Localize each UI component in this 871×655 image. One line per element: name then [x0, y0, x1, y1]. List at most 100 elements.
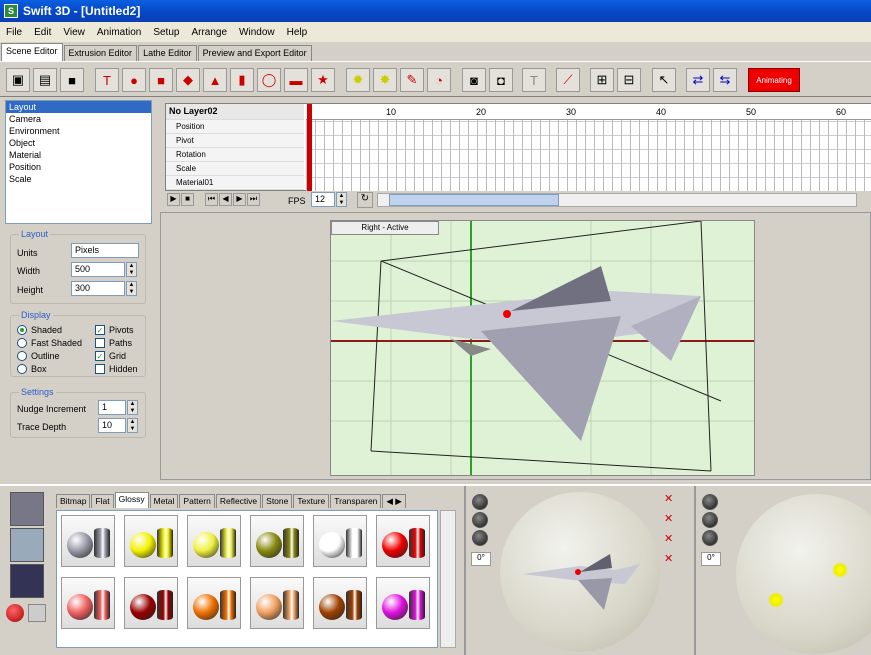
scrollbar-thumb[interactable] [389, 194, 559, 206]
light-control-icon[interactable] [702, 494, 718, 510]
material-swatch[interactable] [376, 515, 430, 567]
material-swatch[interactable] [124, 515, 178, 567]
torus-tool-icon[interactable]: ◯ [257, 68, 281, 92]
nudge-field[interactable]: 1 [98, 400, 126, 415]
property-item-camera[interactable]: Camera [6, 113, 151, 125]
paths-checkbox[interactable] [95, 338, 105, 348]
menu-window[interactable]: Window [233, 27, 281, 38]
material-swatch[interactable] [61, 577, 115, 629]
play-icon[interactable]: ▶ [167, 193, 180, 206]
track-pivot[interactable]: Pivot [166, 134, 304, 148]
material-swatch[interactable] [124, 577, 178, 629]
menu-setup[interactable]: Setup [147, 27, 185, 38]
hidden-checkbox[interactable] [95, 364, 105, 374]
free-rotate-icon[interactable]: ✕ [664, 532, 682, 548]
fps-spinner[interactable]: ▲ ▼ [336, 192, 347, 207]
tab-preview-export-editor[interactable]: Preview and Export Editor [197, 45, 312, 61]
camera-target-icon[interactable]: ◘ [489, 68, 513, 92]
viewport-right[interactable]: Right - Active [330, 220, 755, 476]
ungroup-icon[interactable]: ⊟ [617, 68, 641, 92]
units-select[interactable]: Pixels [71, 243, 139, 258]
light-icon[interactable]: ✹ [346, 68, 370, 92]
property-item-scale[interactable]: Scale [6, 173, 151, 185]
shaded-radio[interactable] [17, 325, 27, 335]
objects-gallery-icon[interactable] [10, 492, 44, 526]
tab-flat[interactable]: Flat [91, 494, 114, 508]
tab-glossy[interactable]: Glossy [114, 492, 149, 508]
width-field[interactable]: 500 [71, 262, 125, 277]
property-item-object[interactable]: Object [6, 137, 151, 149]
reset-rotation-icon[interactable]: ✕ [664, 492, 682, 508]
tab-texture[interactable]: Texture [293, 494, 330, 508]
t3d-open-icon[interactable]: ▤ [33, 68, 57, 92]
animation-gallery-icon[interactable] [10, 564, 44, 598]
point-light-icon[interactable]: ✸ [373, 68, 397, 92]
keyframe-icon[interactable]: ⇄ [686, 68, 710, 92]
light-rotate-icon[interactable] [472, 512, 488, 528]
tab-scroll-arrows[interactable]: ◀ ▶ [382, 494, 406, 508]
timeline-layer[interactable]: No Layer02 [166, 104, 304, 120]
tab-bitmap[interactable]: Bitmap [56, 494, 91, 508]
light-icon[interactable] [768, 592, 784, 608]
keyframe-remove-icon[interactable]: ⇆ [713, 68, 737, 92]
tab-scene-editor[interactable]: Scene Editor [1, 43, 63, 61]
tab-pattern[interactable]: Pattern [179, 494, 215, 508]
property-item-environment[interactable]: Environment [6, 125, 151, 137]
text-tool-icon[interactable]: T [95, 68, 119, 92]
tab-reflective[interactable]: Reflective [215, 494, 262, 508]
tab-stone[interactable]: Stone [262, 494, 293, 508]
height-field[interactable]: 300 [71, 281, 125, 296]
cube-tool-icon[interactable]: ■ [149, 68, 173, 92]
lighting-trackball[interactable] [736, 494, 871, 654]
tab-transparent[interactable]: Transparen [330, 494, 382, 508]
box-radio[interactable] [17, 364, 27, 374]
track-rotation[interactable]: Rotation [166, 148, 304, 162]
trace-spinner[interactable]: ▲ ▼ [127, 418, 138, 433]
last-frame-icon[interactable]: ⏭ [247, 193, 260, 206]
animating-button[interactable]: Animating [748, 68, 800, 92]
cone-tool-icon[interactable]: ▲ [203, 68, 227, 92]
angle-readout[interactable]: 0° [471, 552, 491, 566]
track-position[interactable]: Position [166, 120, 304, 134]
light-control-icon[interactable] [702, 512, 718, 528]
cylinder-tool-icon[interactable]: ▮ [230, 68, 254, 92]
grid-checkbox[interactable]: ✓ [95, 351, 105, 361]
menu-animation[interactable]: Animation [91, 27, 147, 38]
material-square-icon[interactable] [28, 604, 46, 622]
nudge-spinner[interactable]: ▲ ▼ [127, 400, 138, 415]
menu-view[interactable]: View [57, 27, 91, 38]
light-rotate-icon[interactable] [472, 494, 488, 510]
light-icon[interactable] [832, 562, 848, 578]
next-frame-icon[interactable]: ▶ [233, 193, 246, 206]
material-swatch[interactable] [61, 515, 115, 567]
property-item-layout[interactable]: Layout [6, 101, 151, 113]
height-spinner[interactable]: ▲ ▼ [126, 281, 137, 296]
menu-help[interactable]: Help [281, 27, 314, 38]
link-icon[interactable]: ⟋ [556, 68, 580, 92]
spot-light-icon[interactable]: ✎ [400, 68, 424, 92]
plane-tool-icon[interactable]: ▬ [284, 68, 308, 92]
tab-lathe-editor[interactable]: Lathe Editor [138, 45, 197, 61]
menu-edit[interactable]: Edit [28, 27, 57, 38]
property-item-material[interactable]: Material [6, 149, 151, 161]
width-spinner[interactable]: ▲ ▼ [126, 262, 137, 277]
loop-icon[interactable]: ↻ [357, 192, 373, 208]
object-trackball[interactable] [500, 492, 660, 652]
camera-icon[interactable]: ◙ [462, 68, 486, 92]
prev-frame-icon[interactable]: ◀ [219, 193, 232, 206]
lock-icon[interactable]: ■ [60, 68, 84, 92]
tab-extrusion-editor[interactable]: Extrusion Editor [63, 45, 138, 61]
material-swatch[interactable] [250, 577, 304, 629]
lighting-gallery-icon[interactable] [10, 528, 44, 562]
material-swatch[interactable] [313, 577, 367, 629]
outline-radio[interactable] [17, 351, 27, 361]
menu-file[interactable]: File [0, 27, 28, 38]
track-material[interactable]: Material01 [166, 176, 304, 190]
light-angle-readout[interactable]: 0° [701, 552, 721, 566]
sphere-tool-icon[interactable]: ● [122, 68, 146, 92]
area-light-icon[interactable]: ◔ [427, 68, 451, 92]
material-swatch[interactable] [187, 515, 241, 567]
trace-field[interactable]: 10 [98, 418, 126, 433]
material-swatch[interactable] [313, 515, 367, 567]
material-swatch[interactable] [187, 577, 241, 629]
